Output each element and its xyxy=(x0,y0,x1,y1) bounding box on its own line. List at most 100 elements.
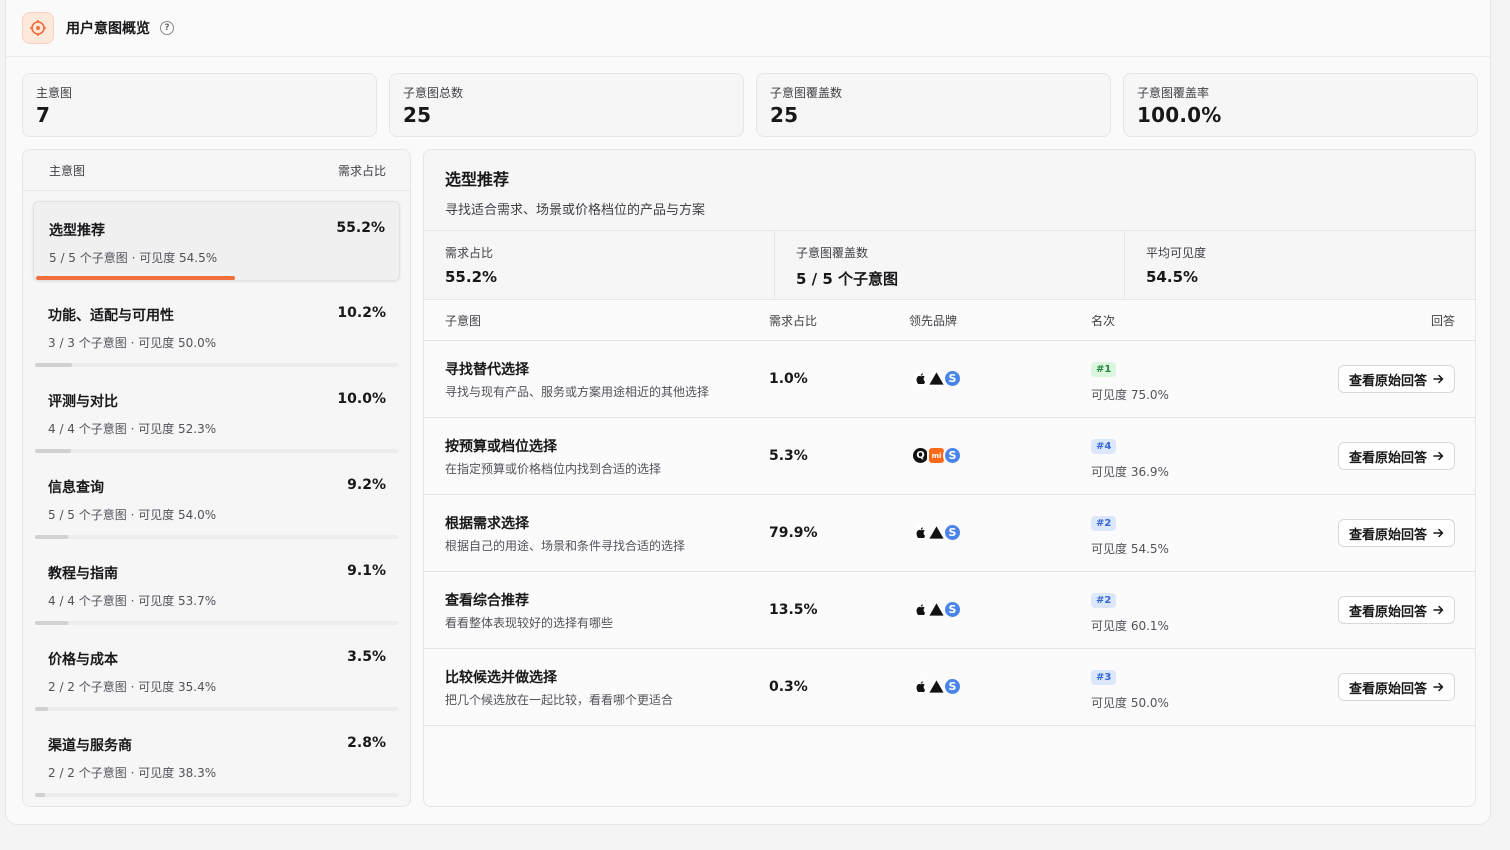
view-answer-label: 查看原始回答 xyxy=(1348,681,1427,697)
arrow-right-icon xyxy=(1433,605,1444,615)
intent-row: 渠道与服务商 2.8% xyxy=(48,735,386,755)
stat-value: 25 xyxy=(770,103,799,127)
view-answer-button[interactable]: 查看原始回答 xyxy=(1337,596,1455,624)
rank-badge: #2 xyxy=(1091,516,1117,531)
intent-meta: 2 / 2 个子意图 · 可见度 38.3% xyxy=(48,766,217,780)
help-icon[interactable]: ? xyxy=(160,21,174,35)
main-intent-header: 主意图 需求占比 xyxy=(23,150,410,191)
demand-bar xyxy=(35,621,398,625)
view-answer-button[interactable]: 查看原始回答 xyxy=(1337,365,1455,393)
demand-bar-fill xyxy=(36,276,236,280)
view-answer-button[interactable]: 查看原始回答 xyxy=(1337,442,1455,470)
visibility: 可见度 60.1% xyxy=(1091,619,1169,633)
sub-intent-share: 0.3% xyxy=(769,679,808,695)
intent-row: 评测与对比 10.0% xyxy=(48,391,386,411)
leading-brands: S xyxy=(911,369,962,388)
demand-bar-fill xyxy=(35,363,73,367)
s-icon: S xyxy=(943,446,962,465)
col-sub-intent: 子意图 xyxy=(445,313,482,328)
intent-name: 选型推荐 xyxy=(49,223,105,239)
page-header: 用户意图概览 ? xyxy=(6,0,1490,57)
detail-description: 寻找适合需求、场景或价格档位的产品与方案 xyxy=(445,203,706,218)
s-icon: S xyxy=(943,523,962,542)
leading-brands: Qmi S xyxy=(911,446,962,465)
intent-name: 信息查询 xyxy=(48,480,104,496)
visibility: 可见度 50.0% xyxy=(1091,696,1169,710)
table-row: 查看综合推荐 看看整体表现较好的选择有哪些 13.5% S #2 可见度 60.… xyxy=(424,572,1475,649)
detail-stat-value: 55.2% xyxy=(445,268,498,286)
demand-bar xyxy=(35,535,398,539)
s-icon: S xyxy=(943,369,962,388)
intent-share: 2.8% xyxy=(347,735,386,751)
col-rank: 名次 xyxy=(1091,313,1116,328)
detail-header: 选型推荐 寻找适合需求、场景或价格档位的产品与方案 xyxy=(424,150,1475,231)
main-intent-item[interactable]: 信息查询 9.2% 5 / 5 个子意图 · 可见度 54.0% xyxy=(33,459,400,539)
arrow-right-icon xyxy=(1433,374,1444,384)
s-icon: S xyxy=(943,600,962,619)
sub-intent-name: 寻找替代选择 xyxy=(445,362,529,378)
rank-badge: #2 xyxy=(1091,593,1117,608)
intent-row: 选型推荐 55.2% xyxy=(49,220,385,240)
sub-intent-desc: 根据自己的用途、场景和条件寻找合适的选择 xyxy=(445,539,686,553)
stat-label: 子意图总数 xyxy=(403,86,464,100)
sub-intent-name: 比较候选并做选择 xyxy=(445,670,557,686)
target-logo-icon xyxy=(22,12,54,44)
stat-card-main-intents: 主意图 7 xyxy=(22,73,377,137)
demand-bar-fill xyxy=(35,621,69,625)
col-share: 需求占比 xyxy=(769,313,818,328)
leading-brands: S xyxy=(911,600,962,619)
main-intent-item[interactable]: 评测与对比 10.0% 4 / 4 个子意图 · 可见度 52.3% xyxy=(33,373,400,453)
main-intent-item[interactable]: 功能、适配与可用性 10.2% 3 / 3 个子意图 · 可见度 50.0% xyxy=(33,287,400,367)
arrow-right-icon xyxy=(1433,682,1444,692)
demand-bar xyxy=(35,793,398,797)
sub-intent-name: 查看综合推荐 xyxy=(445,593,529,609)
intent-share: 10.0% xyxy=(337,391,386,407)
sub-intent-table-header: 子意图 需求占比 领先品牌 名次 回答 xyxy=(424,300,1475,341)
view-answer-label: 查看原始回答 xyxy=(1348,373,1427,389)
sub-intent-name: 根据需求选择 xyxy=(445,516,529,532)
stat-card-coverage-rate: 子意图覆盖率 100.0% xyxy=(1123,73,1478,137)
col-main-intent: 主意图 xyxy=(49,163,86,178)
view-answer-button[interactable]: 查看原始回答 xyxy=(1337,519,1455,547)
intent-row: 信息查询 9.2% xyxy=(48,477,386,497)
main-intent-item[interactable]: 选型推荐 55.2% 5 / 5 个子意图 · 可见度 54.5% xyxy=(33,201,400,281)
view-answer-label: 查看原始回答 xyxy=(1348,527,1427,543)
detail-stat-value: 54.5% xyxy=(1146,268,1199,286)
intent-share: 9.2% xyxy=(347,477,386,493)
main-intent-item[interactable]: 价格与成本 3.5% 2 / 2 个子意图 · 可见度 35.4% xyxy=(33,631,400,711)
demand-bar xyxy=(35,707,398,711)
summary-stats: 主意图 7 子意图总数 25 子意图覆盖数 25 子意图覆盖率 100.0% xyxy=(22,73,1478,137)
sub-intent-share: 79.9% xyxy=(769,525,818,541)
stat-label: 主意图 xyxy=(36,86,73,100)
detail-stat-demand-share: 需求占比 55.2% xyxy=(424,231,775,299)
view-answer-button[interactable]: 查看原始回答 xyxy=(1337,673,1455,701)
detail-title: 选型推荐 xyxy=(445,170,510,189)
demand-bar-fill xyxy=(35,793,46,797)
main-intent-item[interactable]: 渠道与服务商 2.8% 2 / 2 个子意图 · 可见度 38.3% xyxy=(33,717,400,797)
rank-badge: #4 xyxy=(1091,439,1117,454)
arrow-right-icon xyxy=(1433,528,1444,538)
demand-bar xyxy=(36,276,397,280)
main-intent-panel: 主意图 需求占比 选型推荐 55.2% 5 / 5 个子意图 · 可见度 54.… xyxy=(22,149,411,807)
demand-bar xyxy=(35,449,398,453)
intent-meta: 2 / 2 个子意图 · 可见度 35.4% xyxy=(48,680,217,694)
intent-row: 功能、适配与可用性 10.2% xyxy=(48,305,386,325)
arrow-right-icon xyxy=(1433,451,1444,461)
view-answer-label: 查看原始回答 xyxy=(1348,604,1427,620)
main-intent-item[interactable]: 教程与指南 9.1% 4 / 4 个子意图 · 可见度 53.7% xyxy=(33,545,400,625)
intent-detail-panel: 选型推荐 寻找适合需求、场景或价格档位的产品与方案 需求占比 55.2% 子意图… xyxy=(423,149,1476,807)
app-frame: 用户意图概览 ? 主意图 7 子意图总数 25 子意图覆盖数 25 子意图覆盖率… xyxy=(5,0,1491,825)
visibility: 可见度 36.9% xyxy=(1091,465,1169,479)
detail-stat-label: 平均可见度 xyxy=(1146,246,1207,260)
intent-share: 3.5% xyxy=(347,649,386,665)
sub-intent-desc: 在指定预算或价格档位内找到合适的选择 xyxy=(445,462,662,476)
sub-intent-desc: 看看整体表现较好的选择有哪些 xyxy=(445,616,614,630)
intent-name: 渠道与服务商 xyxy=(48,738,132,754)
col-leading-brand: 领先品牌 xyxy=(909,313,958,328)
sub-intent-share: 1.0% xyxy=(769,371,808,387)
rank-badge: #3 xyxy=(1091,670,1117,685)
demand-bar-fill xyxy=(35,449,72,453)
visibility: 可见度 75.0% xyxy=(1091,388,1169,402)
page-title: 用户意图概览 xyxy=(66,21,150,37)
stat-value: 25 xyxy=(403,103,432,127)
